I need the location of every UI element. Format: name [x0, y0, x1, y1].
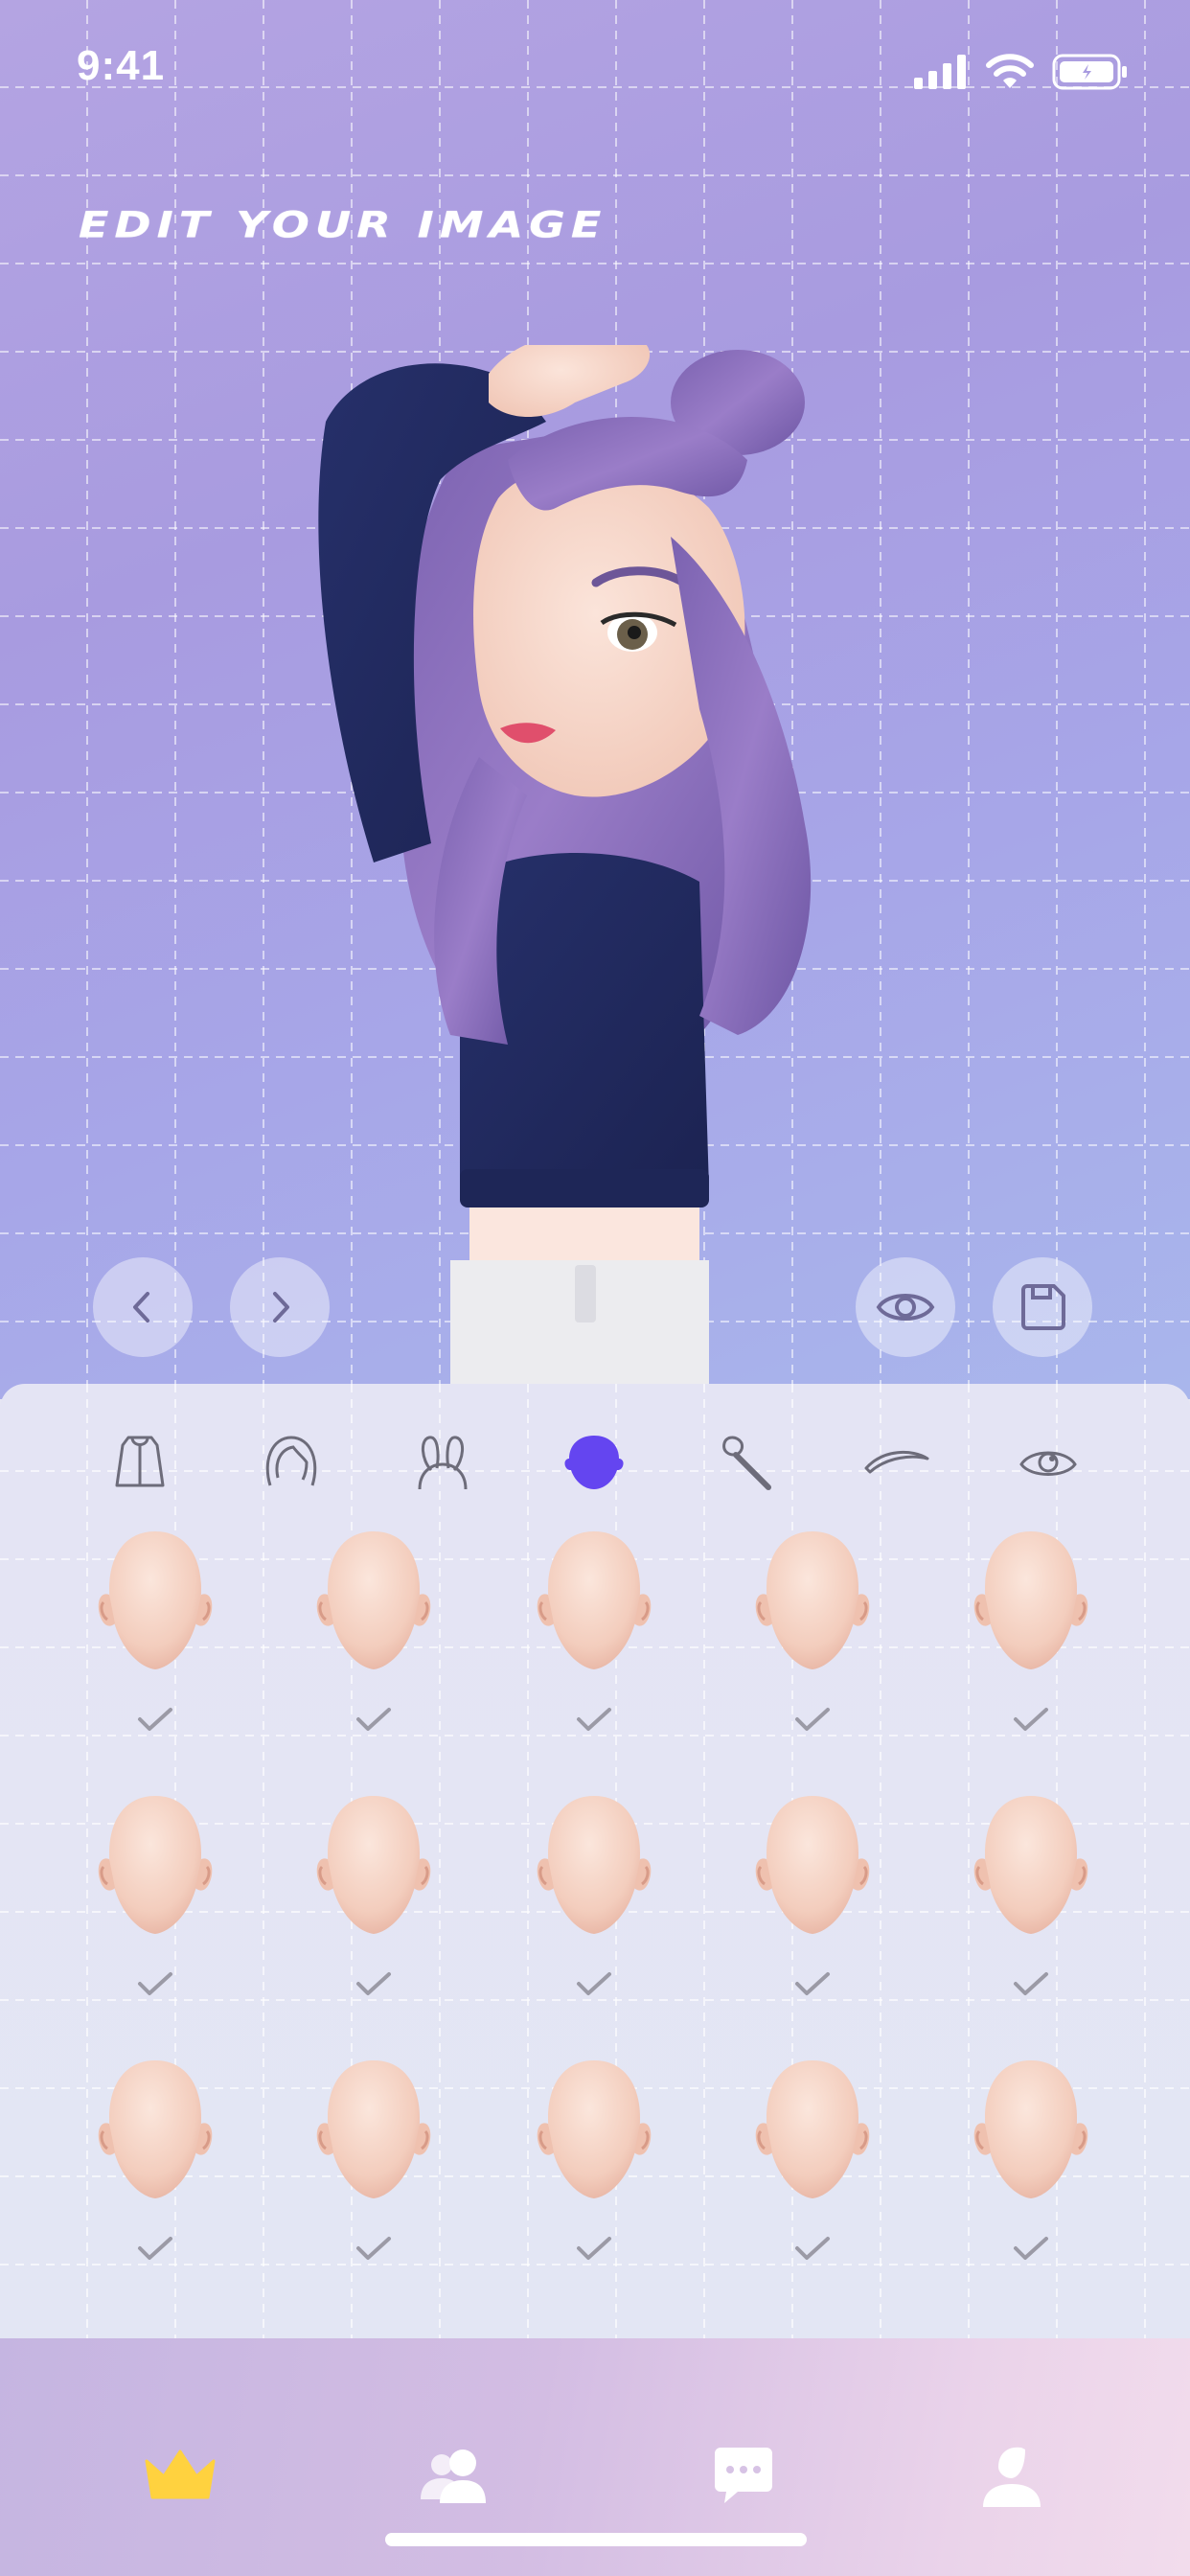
chevron-right-icon	[273, 1292, 289, 1322]
face-option[interactable]	[726, 1528, 899, 1748]
face-shape-thumbnail	[537, 1531, 652, 1669]
wifi-icon	[986, 54, 1034, 88]
check-icon	[138, 1972, 172, 1995]
face-shape-thumbnail	[98, 2060, 213, 2198]
check-icon	[356, 1972, 391, 1995]
check-icon	[356, 2237, 391, 2260]
face-shape-thumbnail	[316, 1531, 431, 1669]
category-eyes[interactable]	[1008, 1422, 1088, 1503]
next-button[interactable]	[230, 1257, 330, 1357]
avatar-stage: 9:41 EDIT YOUR IMAGE	[0, 0, 1190, 1399]
eyebrow-icon	[864, 1450, 929, 1474]
face-option[interactable]	[945, 1528, 1117, 1748]
crown-icon	[145, 2450, 216, 2499]
check-icon	[577, 2237, 611, 2260]
category-bar	[0, 1384, 1190, 1528]
editor-panel	[0, 1384, 1190, 2340]
face-option[interactable]	[287, 1792, 460, 2012]
previous-button[interactable]	[93, 1257, 193, 1357]
category-hair[interactable]	[251, 1422, 332, 1503]
category-accessories[interactable]	[402, 1422, 483, 1503]
face-option[interactable]	[508, 1528, 680, 1748]
preview-button[interactable]	[856, 1257, 955, 1357]
bunny-ears-icon	[418, 1436, 468, 1490]
signal-icon	[914, 55, 966, 89]
check-icon	[1014, 1972, 1048, 1995]
floppy-disk-icon	[1021, 1284, 1065, 1330]
makeup-brush-icon	[722, 1436, 771, 1490]
check-icon	[1014, 1708, 1048, 1731]
status-icons	[914, 54, 1129, 90]
tab-profile[interactable]	[966, 2430, 1058, 2522]
category-makeup[interactable]	[705, 1422, 786, 1503]
face-shape-thumbnail	[316, 2060, 431, 2198]
hair-icon	[265, 1436, 317, 1486]
face-option[interactable]	[69, 1528, 241, 1748]
face-shape-thumbnail	[755, 2060, 870, 2198]
battery-icon	[1052, 54, 1127, 90]
avatar-image	[318, 345, 812, 1399]
check-icon	[577, 1972, 611, 1995]
check-icon	[795, 1972, 830, 1995]
eye-icon	[1019, 1451, 1077, 1476]
check-icon	[356, 1708, 391, 1731]
face-option[interactable]	[287, 2057, 460, 2277]
face-shape-thumbnail	[755, 1531, 870, 1669]
face-shape-thumbnail	[973, 1796, 1088, 1934]
chevron-left-icon	[133, 1292, 149, 1322]
face-option[interactable]	[287, 1528, 460, 1748]
face-shape-thumbnail	[973, 1531, 1088, 1669]
check-icon	[795, 1708, 830, 1731]
face-option[interactable]	[69, 2057, 241, 2277]
face-shape-thumbnail	[537, 1796, 652, 1934]
face-shape-thumbnail	[755, 1796, 870, 1934]
check-icon	[577, 1708, 611, 1731]
status-time: 9:41	[77, 42, 166, 89]
person-icon	[983, 2447, 1041, 2507]
check-icon	[138, 1708, 172, 1731]
category-face-shape[interactable]	[554, 1422, 634, 1503]
check-icon	[138, 2237, 172, 2260]
category-eyebrows[interactable]	[857, 1422, 937, 1503]
home-indicator	[385, 2533, 807, 2546]
face-shape-icon	[564, 1436, 624, 1489]
eye-icon	[876, 1294, 935, 1321]
face-option[interactable]	[945, 2057, 1117, 2277]
page-title: EDIT YOUR IMAGE	[79, 203, 607, 246]
face-shape-thumbnail	[537, 2060, 652, 2198]
face-shape-thumbnail	[98, 1531, 213, 1669]
tab-home[interactable]	[134, 2430, 226, 2522]
face-option[interactable]	[508, 1792, 680, 2012]
face-option[interactable]	[945, 1792, 1117, 2012]
category-clothes[interactable]	[100, 1422, 180, 1503]
face-shape-thumbnail	[973, 2060, 1088, 2198]
jacket-icon	[115, 1436, 165, 1487]
face-option[interactable]	[508, 2057, 680, 2277]
save-button[interactable]	[993, 1257, 1092, 1357]
check-icon	[795, 2237, 830, 2260]
people-icon	[421, 2450, 486, 2503]
face-shape-thumbnail	[98, 1796, 213, 1934]
tab-friends[interactable]	[407, 2430, 499, 2522]
face-option[interactable]	[726, 1792, 899, 2012]
face-option[interactable]	[726, 2057, 899, 2277]
check-icon	[1014, 2237, 1048, 2260]
tab-messages[interactable]	[698, 2430, 790, 2522]
chat-icon	[715, 2448, 772, 2503]
face-shape-thumbnail	[316, 1796, 431, 1934]
face-option[interactable]	[69, 1792, 241, 2012]
